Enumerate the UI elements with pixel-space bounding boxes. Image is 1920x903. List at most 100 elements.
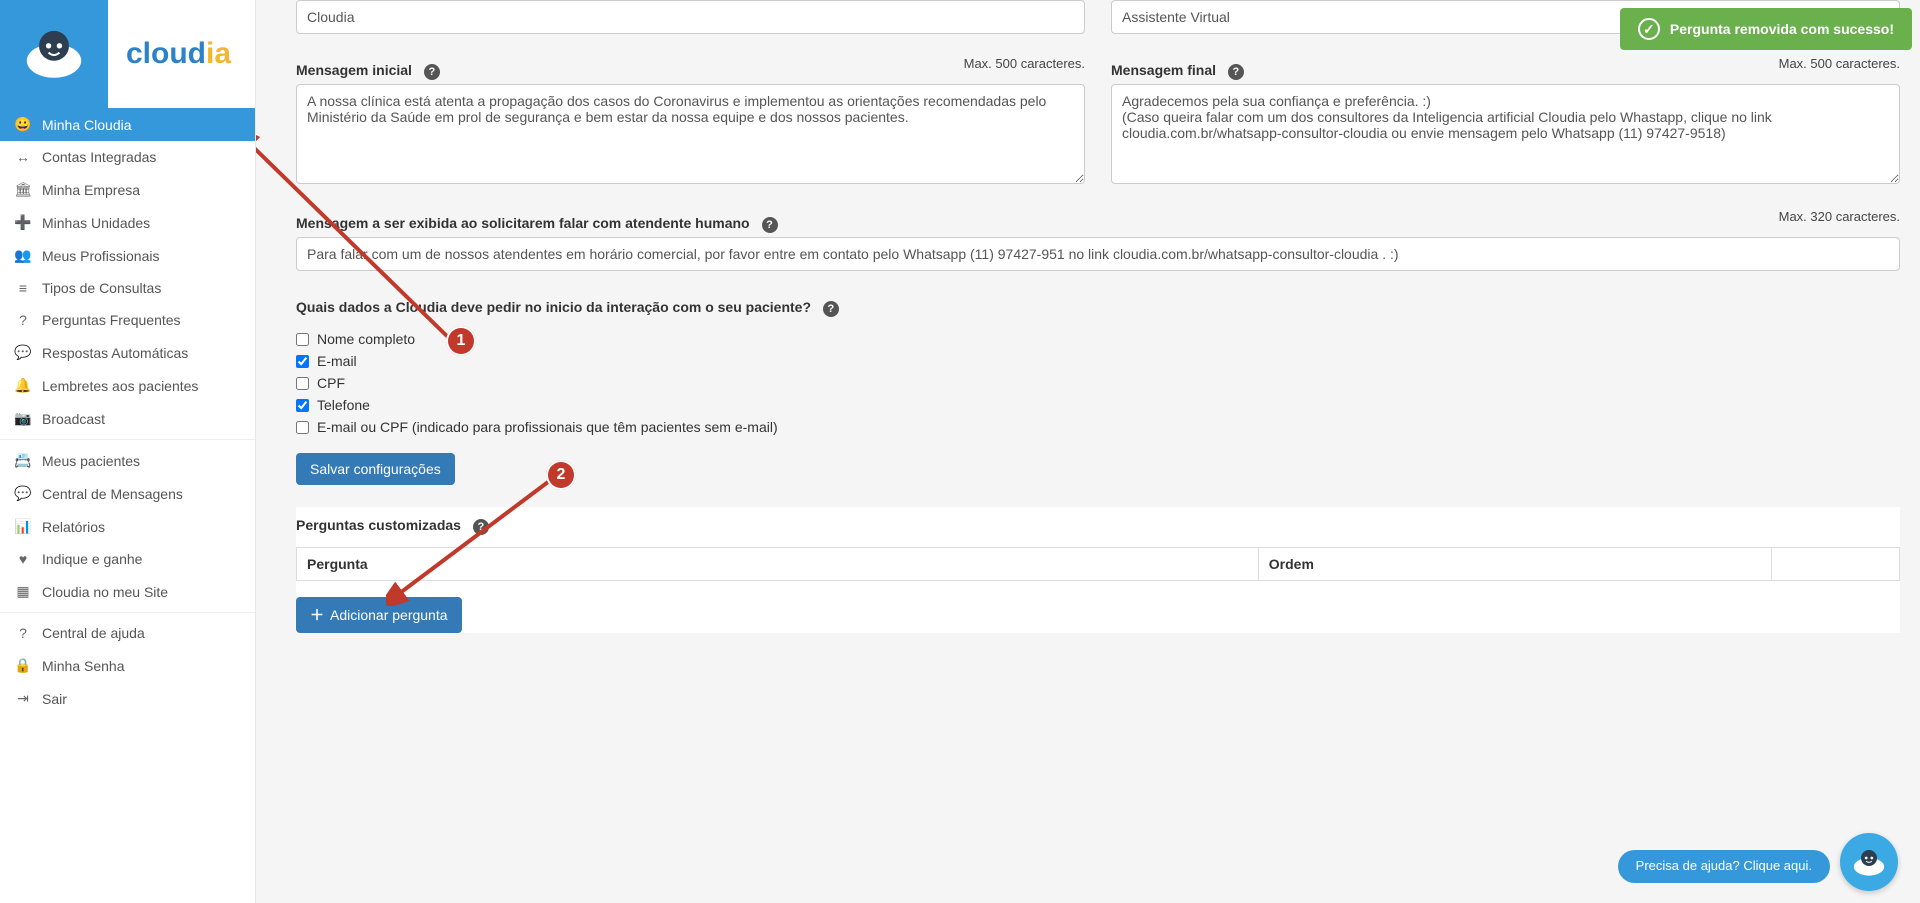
dados-label: Quais dados a Cloudia deve pedir no inic… (296, 299, 811, 315)
toast-message: Pergunta removida com sucesso! (1670, 21, 1894, 37)
sidebar-item-cloudia-no-meu-site[interactable]: ▦ Cloudia no meu Site (0, 575, 255, 608)
help-icon[interactable]: ? (1228, 64, 1244, 80)
logo-text: cloudia (108, 37, 231, 71)
mensagem-inicial-label: Mensagem inicial (296, 62, 412, 78)
menu-icon: ? (14, 625, 32, 641)
menu-icon: ↔ (14, 149, 32, 165)
menu-icon: ▦ (14, 583, 32, 600)
sidebar-item-label: Meus Profissionais (42, 248, 160, 264)
col-pergunta: Pergunta (297, 548, 1259, 581)
checkbox-0[interactable] (296, 333, 309, 346)
checkbox-label: CPF (317, 375, 345, 391)
max-chars-inicial: Max. 500 caracteres. (964, 56, 1085, 71)
menu-icon: ? (14, 312, 32, 328)
adicionar-pergunta-button[interactable]: ＋Adicionar pergunta (296, 597, 462, 633)
help-avatar-button[interactable] (1840, 833, 1898, 891)
help-pill[interactable]: Precisa de ajuda? Clique aqui. (1618, 850, 1830, 883)
checkbox-label: Nome completo (317, 331, 415, 347)
sidebar-item-central-de-ajuda[interactable]: ?Central de ajuda (0, 617, 255, 649)
sidebar-item-minha-empresa[interactable]: 🏛 Minha Empresa (0, 173, 255, 206)
checkbox-row: E-mail (296, 353, 1900, 369)
menu-icon: ⇥ (14, 690, 32, 707)
sidebar-item-label: Minha Empresa (42, 182, 140, 198)
perguntas-table: Pergunta Ordem (296, 547, 1900, 581)
check-circle-icon: ✓ (1638, 18, 1660, 40)
sidebar-item-label: Meus pacientes (42, 453, 140, 469)
col-ordem: Ordem (1258, 548, 1771, 581)
logo-mark (0, 0, 108, 108)
checkbox-label: E-mail (317, 353, 357, 369)
success-toast: ✓ Pergunta removida com sucesso! (1620, 8, 1912, 50)
checkbox-label: E-mail ou CPF (indicado para profissiona… (317, 419, 778, 435)
menu-icon: ➕ (14, 214, 32, 231)
sidebar-item-label: Contas Integradas (42, 149, 156, 165)
sidebar-item-label: Cloudia no meu Site (42, 584, 168, 600)
menu-icon: ≡ (14, 280, 32, 296)
mensagem-humano-label: Mensagem a ser exibida ao solicitarem fa… (296, 215, 750, 231)
main-content: 1 2 Mensagem inicial ? Max. 500 carac (256, 0, 1920, 903)
sidebar-item-minha-cloudia[interactable]: 😀 Minha Cloudia (0, 108, 255, 141)
sidebar-item-label: Relatórios (42, 519, 105, 535)
sidebar-item-meus-profissionais[interactable]: 👥 Meus Profissionais (0, 239, 255, 272)
sidebar-item-lembretes-aos-pacientes[interactable]: 🔔Lembretes aos pacientes (0, 369, 255, 402)
checkbox-row: CPF (296, 375, 1900, 391)
max-chars-humano: Max. 320 caracteres. (1779, 209, 1900, 224)
help-icon[interactable]: ? (473, 519, 489, 535)
sidebar-item-label: Sair (42, 691, 67, 707)
sidebar-item-label: Tipos de Consultas (42, 280, 161, 296)
checkbox-1[interactable] (296, 355, 309, 368)
sidebar-item-central-de-mensagens[interactable]: 💬 Central de Mensagens (0, 477, 255, 510)
sidebar-item-tipos-de-consultas[interactable]: ≡ Tipos de Consultas (0, 272, 255, 304)
sidebar-item-minha-senha[interactable]: 🔒Minha Senha (0, 649, 255, 682)
menu-icon: ♥ (14, 551, 32, 567)
cloud-face-icon (20, 20, 88, 88)
sidebar: cloudia 😀 Minha Cloudia ↔ Contas Integradas… (0, 0, 256, 903)
sidebar-item-label: Minha Cloudia (42, 117, 132, 133)
checkbox-2[interactable] (296, 377, 309, 390)
sidebar-item-respostas-automa-ticas[interactable]: 💬Respostas Automáticas (0, 336, 255, 369)
max-chars-final: Max. 500 caracteres. (1779, 56, 1900, 71)
menu-icon: 😀 (14, 116, 32, 133)
checkbox-4[interactable] (296, 421, 309, 434)
checkbox-row: E-mail ou CPF (indicado para profissiona… (296, 419, 1900, 435)
mensagem-inicial-textarea[interactable] (296, 84, 1085, 184)
dados-checkbox-list: Nome completo E-mail CPF Telefone E-mail ou … (296, 331, 1900, 435)
salvar-configuracoes-button[interactable]: Salvar configurações (296, 453, 455, 485)
perguntas-customizadas-panel: Perguntas customizadas ? Pergunta Ordem … (296, 507, 1900, 633)
sidebar-item-minhas-unidades[interactable]: ➕ Minhas Unidades (0, 206, 255, 239)
checkbox-row: Nome completo (296, 331, 1900, 347)
sidebar-item-label: Broadcast (42, 411, 105, 427)
sidebar-item-label: Central de Mensagens (42, 486, 183, 502)
sidebar-item-label: Perguntas Frequentes (42, 312, 181, 328)
logo: cloudia (0, 0, 255, 108)
sidebar-item-indique-e-ganhe[interactable]: ♥ Indique e ganhe (0, 543, 255, 575)
perguntas-customizadas-title: Perguntas customizadas (296, 517, 461, 533)
sidebar-item-label: Minhas Unidades (42, 215, 150, 231)
sidebar-item-contas-integradas[interactable]: ↔ Contas Integradas (0, 141, 255, 173)
checkbox-label: Telefone (317, 397, 370, 413)
sidebar-item-sair[interactable]: ⇥ Sair (0, 682, 255, 715)
nome-input[interactable] (296, 0, 1085, 34)
menu-icon: 📷 (14, 410, 32, 427)
sidebar-item-label: Minha Senha (42, 658, 125, 674)
mensagem-final-textarea[interactable] (1111, 84, 1900, 184)
sidebar-item-label: Indique e ganhe (42, 551, 142, 567)
sidebar-item-broadcast[interactable]: 📷 Broadcast (0, 402, 255, 435)
mensagem-final-label: Mensagem final (1111, 62, 1216, 78)
menu-icon: 👥 (14, 247, 32, 264)
annotation-badge-2: 2 (546, 460, 576, 490)
plus-icon: ＋ (310, 605, 324, 625)
nav-list: 😀 Minha Cloudia ↔ Contas Integradas 🏛 Minha E… (0, 108, 255, 715)
checkbox-3[interactable] (296, 399, 309, 412)
sidebar-item-label: Lembretes aos pacientes (42, 378, 198, 394)
mensagem-humano-input[interactable] (296, 237, 1900, 271)
help-icon[interactable]: ? (823, 301, 839, 317)
checkbox-row: Telefone (296, 397, 1900, 413)
sidebar-item-meus-pacientes[interactable]: 📇Meus pacientes (0, 444, 255, 477)
help-icon[interactable]: ? (424, 64, 440, 80)
help-icon[interactable]: ? (762, 217, 778, 233)
sidebar-item-relato-rios[interactable]: 📊Relatórios (0, 510, 255, 543)
menu-icon: 💬 (14, 485, 32, 502)
menu-icon: 🏛 (14, 181, 32, 198)
sidebar-item-perguntas-frequentes[interactable]: ? Perguntas Frequentes (0, 304, 255, 336)
